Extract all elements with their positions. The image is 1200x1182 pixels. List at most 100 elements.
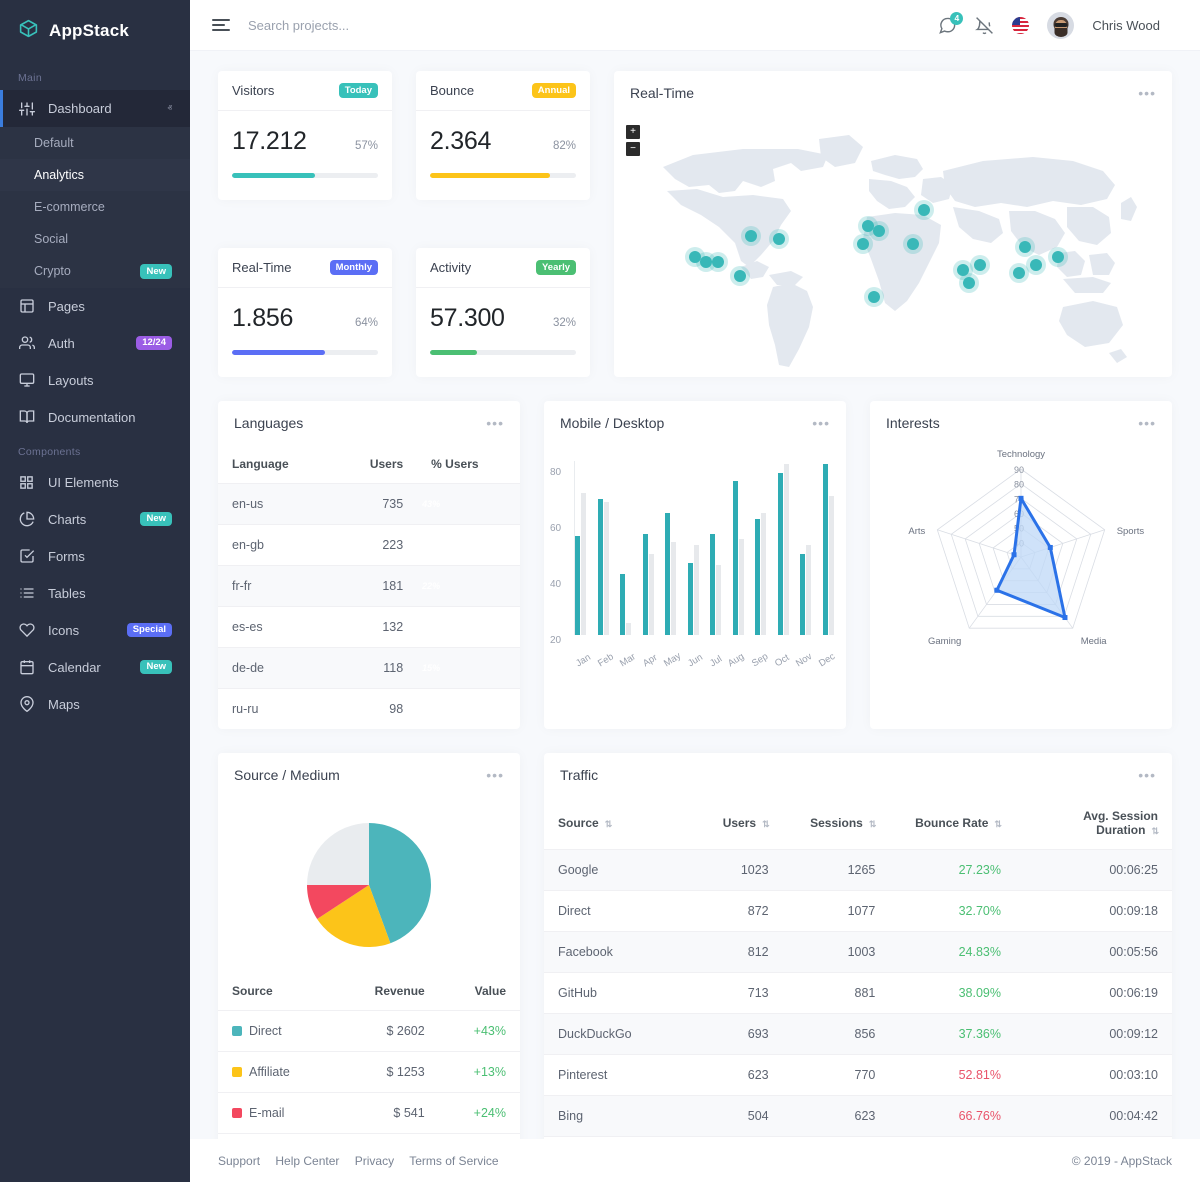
map-marker[interactable] bbox=[1013, 267, 1025, 279]
color-swatch bbox=[232, 1108, 242, 1118]
world-map[interactable]: + − bbox=[614, 115, 1172, 377]
progress-bar bbox=[232, 350, 378, 355]
table-row: Affiliate $ 1253 +13% bbox=[218, 1052, 520, 1093]
sidebar-subitem-crypto[interactable]: Crypto New bbox=[0, 255, 190, 288]
sidebar-item-badge: New bbox=[140, 660, 172, 675]
more-horizontal-icon[interactable]: ••• bbox=[812, 416, 830, 430]
map-marker[interactable] bbox=[907, 238, 919, 250]
x-tick-label: Jul bbox=[708, 654, 724, 670]
sidebar-item-layouts[interactable]: Layouts ⱟ bbox=[0, 362, 190, 399]
stat-title: Bounce bbox=[430, 83, 474, 98]
sidebar-subitem-analytics[interactable]: Analytics bbox=[0, 159, 190, 191]
column-header-avg-session-duration[interactable]: Avg. Session Duration ⇅ bbox=[1015, 797, 1172, 850]
stat-card-body: 2.364 82% bbox=[416, 111, 590, 198]
sidebar-subitem-ecommerce[interactable]: E-commerce bbox=[0, 191, 190, 223]
column-header-bounce-rate[interactable]: Bounce Rate ⇅ bbox=[889, 797, 1015, 850]
brand[interactable]: AppStack bbox=[0, 0, 190, 62]
map-marker[interactable] bbox=[974, 259, 986, 271]
sidebar-item-charts[interactable]: Charts New bbox=[0, 501, 190, 538]
column-header-source[interactable]: Source ⇅ bbox=[544, 797, 688, 850]
sidebar-section-main: Main bbox=[0, 62, 190, 90]
column-header-users[interactable]: Users bbox=[333, 445, 417, 484]
status-badge: Monthly bbox=[330, 260, 378, 275]
table-row: Bing 504 623 66.76% 00:04:42 bbox=[544, 1096, 1172, 1137]
chevron-up-icon: ⱏ bbox=[168, 103, 172, 114]
cell-users: 1023 bbox=[688, 850, 782, 891]
sidebar-item-pages[interactable]: Pages ⱟ bbox=[0, 288, 190, 325]
bar-desktop bbox=[716, 565, 721, 635]
pie-slice-other[interactable] bbox=[307, 823, 369, 885]
cell-bounce-rate: 27.23% bbox=[889, 850, 1015, 891]
bar-mobile bbox=[575, 536, 580, 635]
sidebar-item-label: Charts bbox=[48, 512, 127, 527]
column-header-users[interactable]: Users ⇅ bbox=[688, 797, 782, 850]
map-marker[interactable] bbox=[1019, 241, 1031, 253]
bar-mobile bbox=[688, 563, 693, 636]
map-marker[interactable] bbox=[734, 270, 746, 282]
map-zoom-out-button[interactable]: − bbox=[626, 142, 640, 156]
search-input[interactable] bbox=[248, 18, 548, 33]
map-marker[interactable] bbox=[868, 291, 880, 303]
layout-icon bbox=[18, 298, 35, 315]
stat-title: Activity bbox=[430, 260, 471, 275]
sidebar-subitem-social[interactable]: Social bbox=[0, 223, 190, 255]
traffic-card: Traffic ••• Source ⇅ Users ⇅ Sessions ⇅ Bou… bbox=[544, 753, 1172, 1139]
map-zoom-in-button[interactable]: + bbox=[626, 125, 640, 139]
sidebar-item-maps[interactable]: Maps ⱟ bbox=[0, 686, 190, 723]
more-horizontal-icon[interactable]: ••• bbox=[1138, 416, 1156, 430]
footer-link-privacy[interactable]: Privacy bbox=[355, 1154, 394, 1168]
column-header-sessions[interactable]: Sessions ⇅ bbox=[783, 797, 890, 850]
footer-link-help-center[interactable]: Help Center bbox=[275, 1154, 339, 1168]
radar-data-point bbox=[1062, 615, 1067, 620]
color-swatch bbox=[232, 1026, 242, 1036]
x-tick-label: Sep bbox=[750, 651, 770, 669]
footer-link-terms-of-service[interactable]: Terms of Service bbox=[409, 1154, 498, 1168]
sidebar-item-dashboard[interactable]: Dashboard ⱏ bbox=[0, 90, 190, 127]
radar-spoke bbox=[937, 530, 1021, 557]
cell-sessions: 1003 bbox=[783, 932, 890, 973]
table-row: ru-ru 98 13% bbox=[218, 689, 520, 730]
bar-group bbox=[598, 461, 609, 635]
avatar[interactable] bbox=[1047, 12, 1074, 39]
stat-cards-group: Visitors Today 17.212 57% Bounce Annual … bbox=[218, 71, 590, 401]
footer-link-support[interactable]: Support bbox=[218, 1154, 260, 1168]
sidebar-item-forms[interactable]: Forms ⱟ bbox=[0, 538, 190, 575]
table-row: en-us 735 43% bbox=[218, 484, 520, 525]
sidebar-item-icons[interactable]: Icons Special bbox=[0, 612, 190, 649]
map-marker[interactable] bbox=[857, 238, 869, 250]
table-row: Pinterest 623 770 52.81% 00:03:10 bbox=[544, 1055, 1172, 1096]
cube-icon bbox=[18, 18, 39, 44]
message-circle-icon[interactable]: 4 bbox=[938, 16, 957, 35]
column-header-pct-users[interactable]: % Users bbox=[417, 445, 520, 484]
more-horizontal-icon[interactable]: ••• bbox=[486, 768, 504, 782]
us-flag-icon[interactable] bbox=[1012, 17, 1029, 34]
sidebar-item-ui-elements[interactable]: UI Elements ⱟ bbox=[0, 464, 190, 501]
cell-pct: 43% bbox=[417, 484, 520, 525]
row-source-traffic: Source / Medium ••• Source Revenue Value bbox=[218, 753, 1172, 1139]
monitor-icon bbox=[18, 372, 35, 389]
sidebar-item-auth[interactable]: Auth 12/24 bbox=[0, 325, 190, 362]
table-row: Direct 872 1077 32.70% 00:09:18 bbox=[544, 891, 1172, 932]
more-horizontal-icon[interactable]: ••• bbox=[1138, 86, 1156, 100]
sidebar-item-tables[interactable]: Tables ⱟ bbox=[0, 575, 190, 612]
map-marker[interactable] bbox=[1030, 259, 1042, 271]
card-header: Real-Time ••• bbox=[614, 71, 1172, 115]
user-name[interactable]: Chris Wood bbox=[1092, 18, 1160, 33]
sidebar-subitem-default[interactable]: Default bbox=[0, 127, 190, 159]
more-horizontal-icon[interactable]: ••• bbox=[486, 416, 504, 430]
bar-group bbox=[755, 461, 766, 635]
cell-users: 735 bbox=[333, 484, 417, 525]
table-row: fr-fr 181 22% bbox=[218, 566, 520, 607]
messages-count-badge: 4 bbox=[950, 12, 963, 25]
bell-off-icon[interactable] bbox=[975, 16, 994, 35]
hamburger-icon[interactable] bbox=[212, 19, 230, 31]
column-header-language[interactable]: Language bbox=[218, 445, 333, 484]
bar-group bbox=[643, 461, 654, 635]
stat-title: Visitors bbox=[232, 83, 274, 98]
map-marker[interactable] bbox=[773, 233, 785, 245]
sidebar-item-documentation[interactable]: Documentation bbox=[0, 399, 190, 436]
more-horizontal-icon[interactable]: ••• bbox=[1138, 768, 1156, 782]
sidebar-item-calendar[interactable]: Calendar New bbox=[0, 649, 190, 686]
table-row: Facebook 812 1003 24.83% 00:05:56 bbox=[544, 932, 1172, 973]
table-row: es-es 132 16% bbox=[218, 607, 520, 648]
